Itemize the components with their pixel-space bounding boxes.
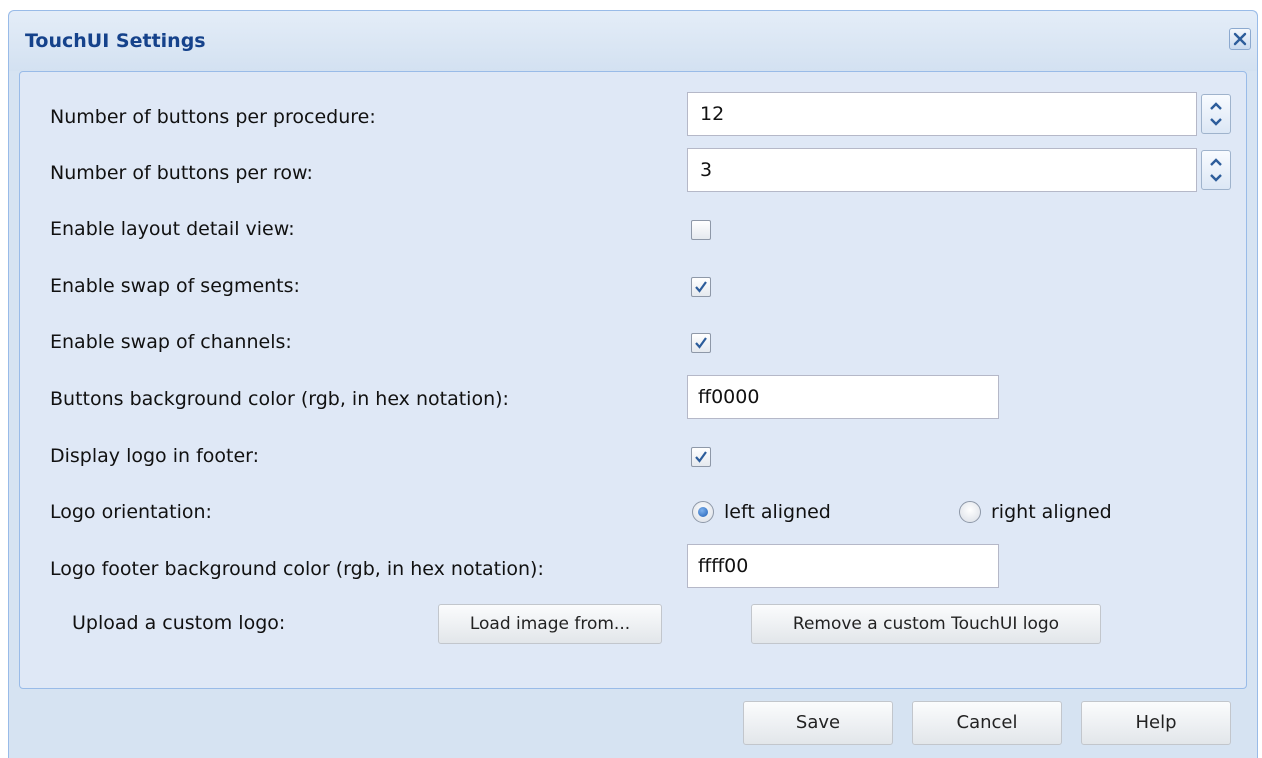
dialog-title: TouchUI Settings xyxy=(25,30,206,52)
layout-detail-view-label: Enable layout detail view: xyxy=(50,218,295,240)
layout-detail-view-checkbox[interactable] xyxy=(691,220,711,240)
logo-footer-bg-color-label: Logo footer background color (rgb, in he… xyxy=(50,558,544,580)
upload-logo-label: Upload a custom logo: xyxy=(72,612,286,634)
logo-orientation-label: Logo orientation: xyxy=(50,501,212,523)
swap-channels-label: Enable swap of channels: xyxy=(50,331,292,353)
chevron-down-icon[interactable] xyxy=(1209,173,1223,183)
right-aligned-radio[interactable] xyxy=(959,501,981,523)
close-button[interactable] xyxy=(1229,28,1251,50)
display-logo-label: Display logo in footer: xyxy=(50,445,260,467)
cancel-button[interactable]: Cancel xyxy=(912,701,1062,745)
left-aligned-label[interactable]: left aligned xyxy=(724,501,831,523)
swap-channels-checkbox[interactable] xyxy=(691,333,711,353)
swap-segments-label: Enable swap of segments: xyxy=(50,275,300,297)
buttons-per-row-spinner: 3 xyxy=(687,148,1237,192)
swap-segments-checkbox[interactable] xyxy=(691,277,711,297)
checkmark-icon xyxy=(695,451,707,463)
settings-form-panel: Number of buttons per procedure: 12 Numb… xyxy=(19,71,1247,689)
close-icon xyxy=(1233,32,1247,46)
buttons-per-procedure-input[interactable]: 12 xyxy=(687,92,1197,136)
radio-selected-dot xyxy=(698,507,708,517)
load-image-button[interactable]: Load image from... xyxy=(438,604,662,644)
buttons-bg-color-input[interactable]: ff0000 xyxy=(687,375,999,419)
dialog-titlebar[interactable]: TouchUI Settings xyxy=(9,11,1257,71)
right-aligned-label[interactable]: right aligned xyxy=(991,501,1112,523)
buttons-per-row-input[interactable]: 3 xyxy=(687,148,1197,192)
chevron-up-icon[interactable] xyxy=(1209,101,1223,111)
checkmark-icon xyxy=(695,337,707,349)
left-aligned-radio[interactable] xyxy=(692,501,714,523)
buttons-per-procedure-stepper[interactable] xyxy=(1201,94,1231,134)
buttons-per-row-label: Number of buttons per row: xyxy=(50,162,313,184)
display-logo-checkbox[interactable] xyxy=(691,447,711,467)
buttons-bg-color-label: Buttons background color (rgb, in hex no… xyxy=(50,388,509,410)
buttons-per-row-stepper[interactable] xyxy=(1201,150,1231,190)
chevron-down-icon[interactable] xyxy=(1209,117,1223,127)
help-button[interactable]: Help xyxy=(1081,701,1231,745)
save-button[interactable]: Save xyxy=(743,701,893,745)
chevron-up-icon[interactable] xyxy=(1209,157,1223,167)
buttons-per-procedure-label: Number of buttons per procedure: xyxy=(50,106,376,128)
buttons-per-procedure-spinner: 12 xyxy=(687,92,1237,136)
checkmark-icon xyxy=(695,281,707,293)
remove-custom-logo-button[interactable]: Remove a custom TouchUI logo xyxy=(751,604,1101,644)
touchui-settings-dialog: TouchUI Settings Number of buttons per p… xyxy=(8,10,1258,758)
logo-footer-bg-color-input[interactable]: ffff00 xyxy=(687,544,999,588)
